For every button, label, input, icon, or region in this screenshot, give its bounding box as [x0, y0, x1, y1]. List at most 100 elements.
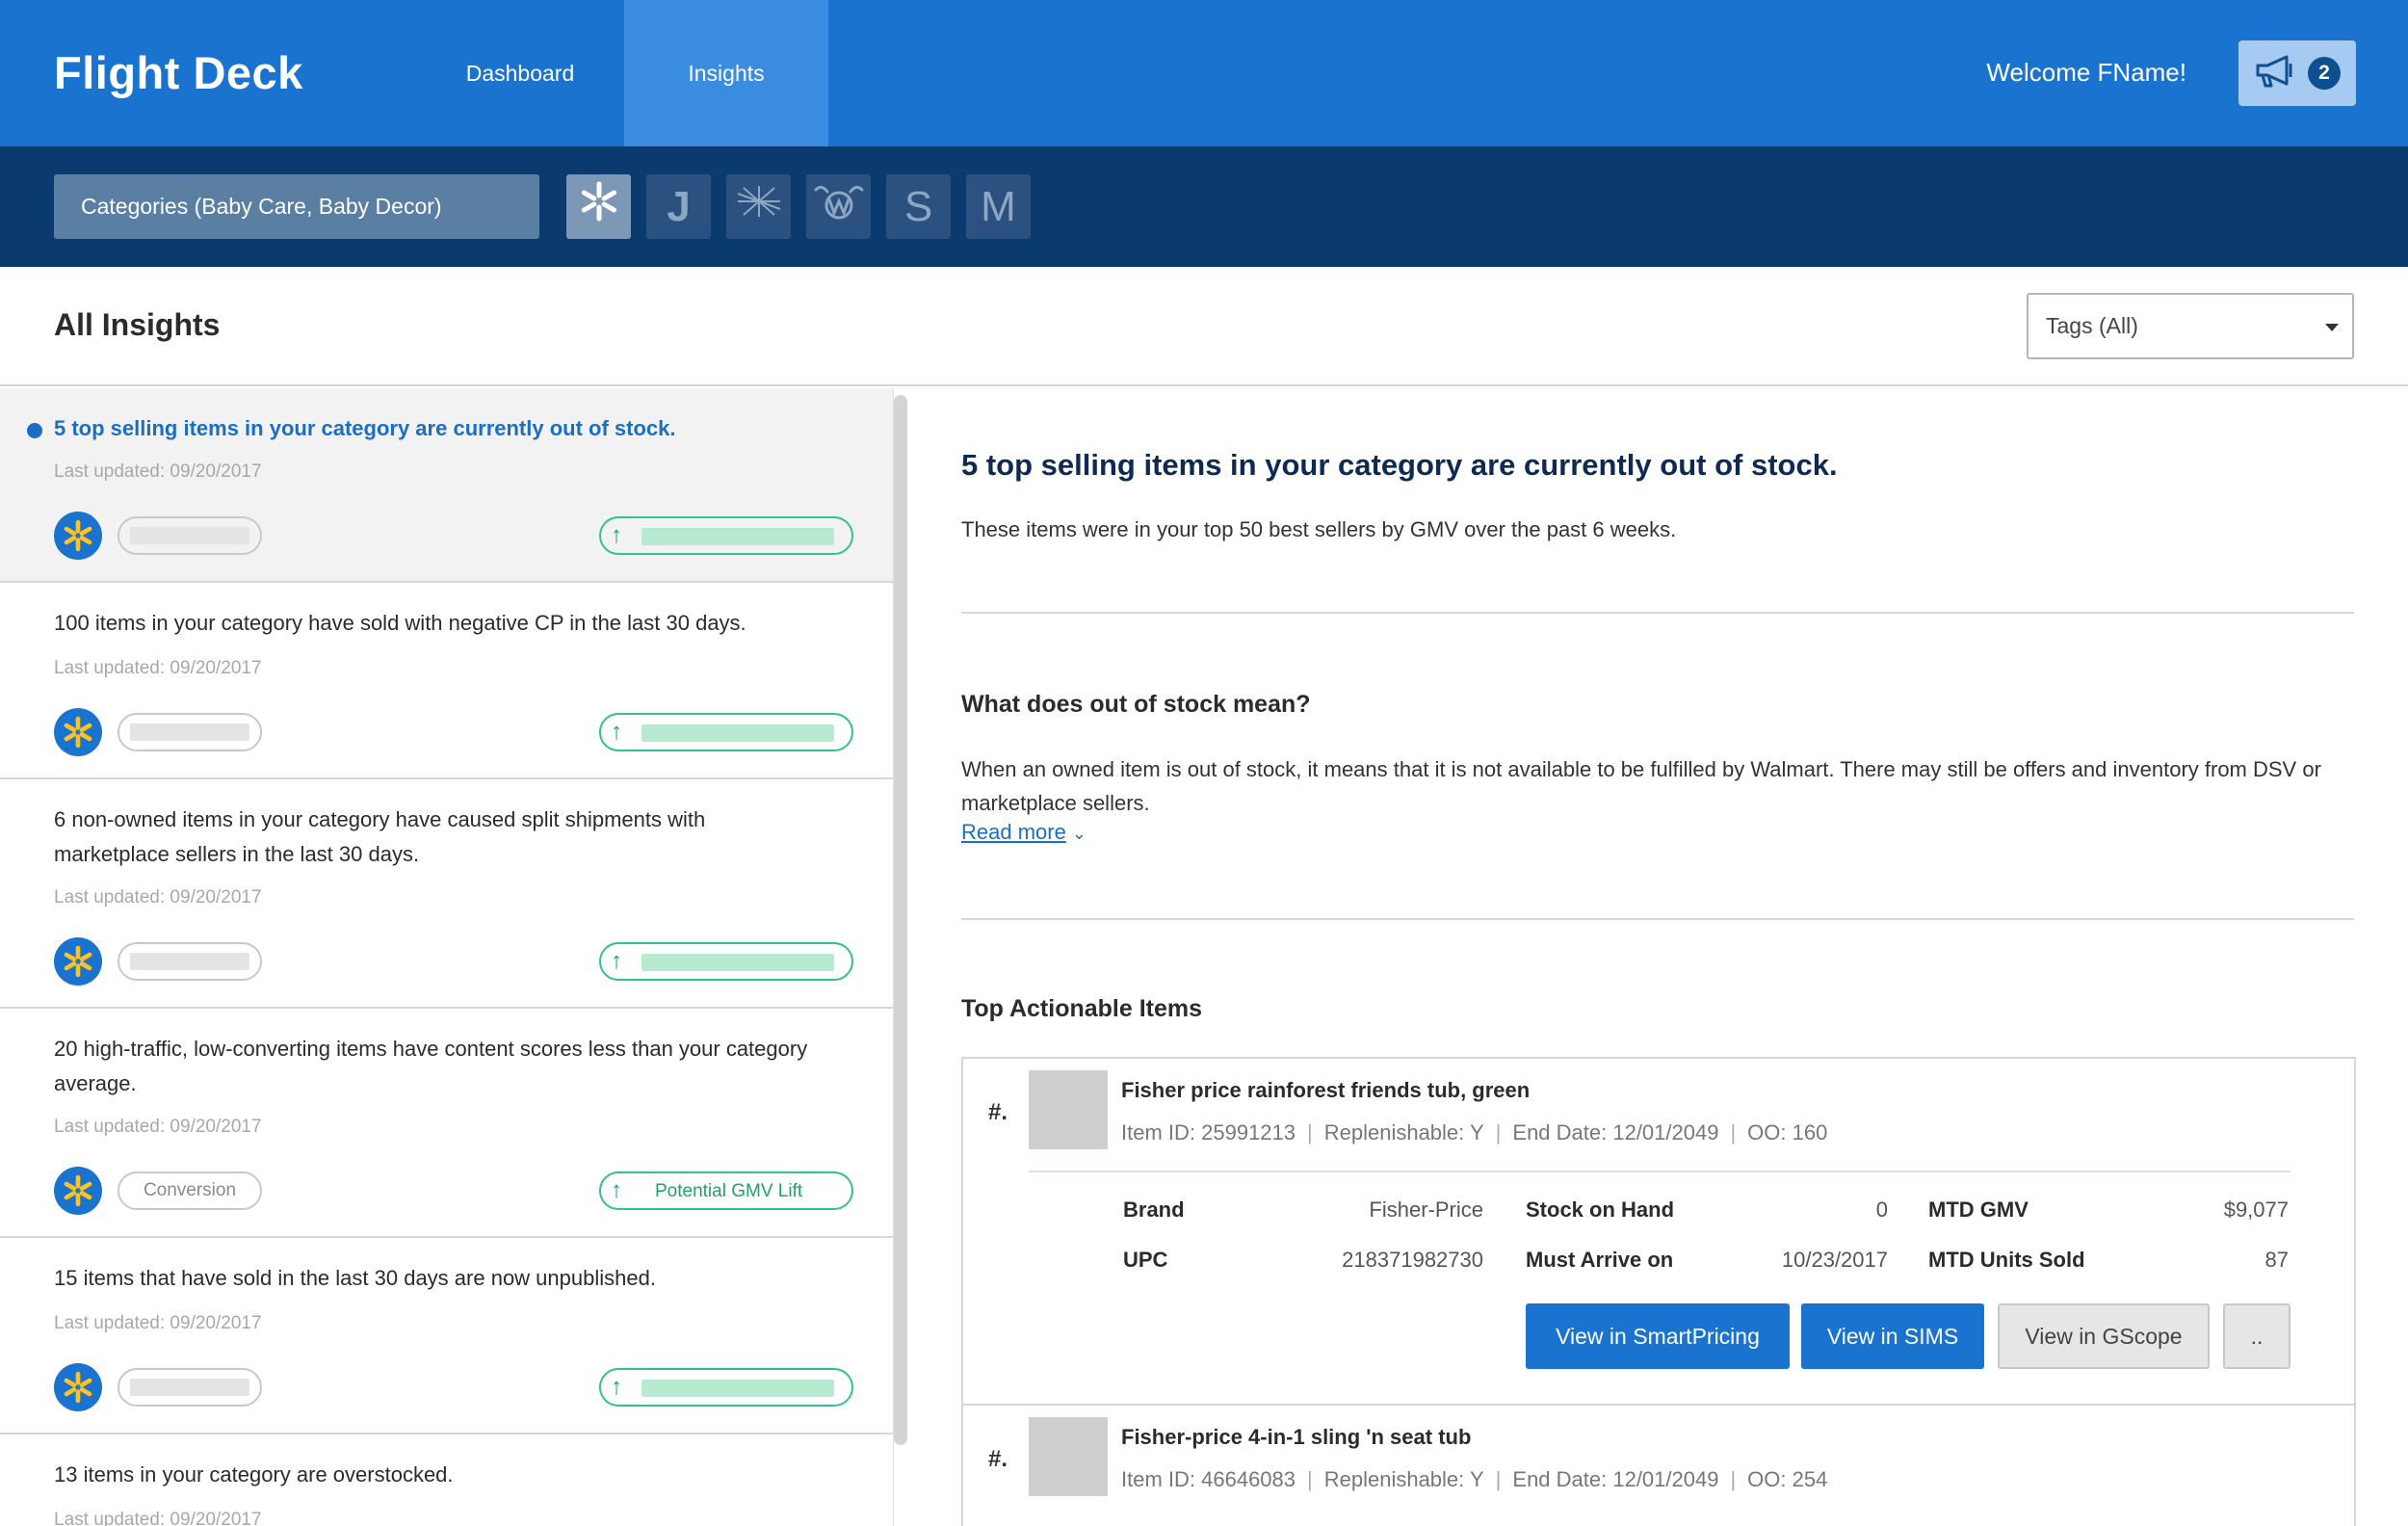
hayneedle-icon	[734, 182, 784, 231]
insight-card[interactable]: 100 items in your category have sold wit…	[0, 583, 893, 779]
actionable-item: #. Fisher-price 4-in-1 sling 'n seat tub…	[963, 1406, 2354, 1526]
insights-list: 5 top selling items in your category are…	[0, 388, 894, 1526]
spec-brand-value: Fisher-Price	[1369, 1197, 1483, 1222]
spec-arrive-label: Must Arrive on	[1526, 1248, 1674, 1272]
detail-subtitle: These items were in your top 50 best sel…	[961, 517, 1677, 541]
gmv-lift-pill: ↑	[599, 516, 853, 555]
more-actions-button[interactable]: ..	[2223, 1303, 2290, 1369]
gmv-lift-label: Potential GMV Lift	[655, 1181, 803, 1201]
view-smartpricing-button[interactable]: View in SmartPricing	[1526, 1303, 1790, 1369]
tag-pill	[118, 713, 262, 751]
welcome-text: Welcome FName!	[1986, 58, 2186, 87]
caret-down-icon	[2325, 324, 2339, 331]
notifications-button[interactable]: 2	[2238, 40, 2356, 106]
spec-gmv-label: MTD GMV	[1928, 1197, 2028, 1222]
insight-title: 100 items in your category have sold wit…	[54, 611, 746, 635]
page-title: All Insights	[54, 307, 221, 342]
tag-placeholder-bar	[130, 1379, 249, 1396]
insight-card[interactable]: 20 high-traffic, low-converting items ha…	[0, 1009, 893, 1238]
banner-walmart[interactable]	[566, 174, 631, 239]
item-id: Item ID: 46646083	[1121, 1467, 1296, 1491]
walmart-spark-icon	[54, 512, 102, 560]
arrow-up-icon: ↑	[611, 522, 622, 548]
top-header: Flight Deck Dashboard Insights Welcome F…	[0, 0, 2408, 146]
insight-card[interactable]: 5 top selling items in your category are…	[0, 388, 893, 583]
lift-placeholder-bar	[641, 1380, 834, 1397]
gmv-lift-pill: ↑	[599, 1368, 853, 1407]
insight-title: 5 top selling items in your category are…	[54, 416, 676, 440]
unread-dot-icon	[27, 423, 42, 438]
read-more-link[interactable]: Read more ⌄	[961, 820, 1086, 845]
item-thumbnail	[1029, 1417, 1108, 1496]
app-root: Flight Deck Dashboard Insights Welcome F…	[0, 0, 2408, 1526]
insight-title: 6 non-owned items in your category have …	[54, 807, 706, 866]
item-name[interactable]: Fisher-price 4-in-1 sling 'n seat tub	[1121, 1425, 1471, 1450]
app-logo[interactable]: Flight Deck	[54, 46, 303, 99]
walmart-spark-icon	[54, 937, 102, 986]
banner-shoes[interactable]: S	[886, 174, 951, 239]
item-oo: OO: 254	[1747, 1467, 1828, 1491]
item-rank: #.	[988, 1099, 1008, 1125]
tab-dashboard[interactable]: Dashboard	[418, 0, 622, 146]
filter-bar: Categories (Baby Care, Baby Decor) J S M	[0, 146, 2408, 267]
arrow-up-icon: ↑	[611, 948, 622, 974]
insight-card[interactable]: 6 non-owned items in your category have …	[0, 779, 893, 1009]
item-thumbnail	[1029, 1070, 1108, 1149]
walmart-spark-icon	[54, 708, 102, 756]
banner-hayneedle[interactable]	[726, 174, 791, 239]
gmv-lift-pill: ↑	[599, 942, 853, 981]
item-meta: Item ID: 46646083 | Replenishable: Y | End D…	[1121, 1467, 1828, 1491]
divider	[961, 918, 2354, 920]
tag-pill	[118, 942, 262, 981]
spec-brand-label: Brand	[1123, 1197, 1185, 1222]
banner-jet[interactable]: J	[646, 174, 711, 239]
notification-count-badge: 2	[2308, 57, 2341, 90]
item-name[interactable]: Fisher price rainforest friends tub, gre…	[1121, 1078, 1530, 1103]
insight-card[interactable]: 15 items that have sold in the last 30 d…	[0, 1238, 893, 1434]
tab-insights[interactable]: Insights	[624, 0, 828, 146]
view-gscope-button[interactable]: View in GScope	[1998, 1303, 2210, 1369]
item-id: Item ID: 25991213	[1121, 1120, 1296, 1144]
tag-placeholder-bar	[130, 953, 249, 970]
modcloth-icon: M	[981, 182, 1016, 230]
arrow-up-icon: ↑	[611, 1177, 622, 1203]
spec-upc-value: 218371982730	[1342, 1248, 1483, 1272]
read-more-label: Read more	[961, 820, 1066, 844]
insight-updated: Last updated: 09/20/2017	[54, 1117, 262, 1137]
view-sims-button[interactable]: View in SIMS	[1801, 1303, 1984, 1369]
spec-gmv-value: $9,077	[2223, 1197, 2289, 1222]
item-end-date: End Date: 12/01/2049	[1512, 1467, 1719, 1491]
jet-icon: J	[667, 182, 691, 230]
spec-arrive-value: 10/23/2017	[1781, 1248, 1888, 1272]
lift-placeholder-bar	[641, 724, 834, 742]
banner-modcloth[interactable]: M	[966, 174, 1031, 239]
tags-dropdown[interactable]: Tags (All)	[2027, 293, 2354, 359]
insight-updated: Last updated: 09/20/2017	[54, 1313, 262, 1333]
insight-title: 20 high-traffic, low-converting items ha…	[54, 1037, 808, 1095]
insight-card[interactable]: 13 items in your category are overstocke…	[0, 1434, 893, 1526]
explanation-text: When an owned item is out of stock, it m…	[961, 757, 2321, 815]
tag-pill-conversion[interactable]: Conversion	[118, 1171, 262, 1210]
arrow-up-icon: ↑	[611, 719, 622, 745]
walmart-spark-icon	[54, 1363, 102, 1411]
items-heading: Top Actionable Items	[961, 995, 1203, 1022]
category-selector[interactable]: Categories (Baby Care, Baby Decor)	[54, 174, 539, 239]
insight-updated: Last updated: 09/20/2017	[54, 461, 262, 482]
spec-units-label: MTD Units Sold	[1928, 1248, 2085, 1272]
megaphone-icon	[2254, 54, 2296, 93]
page-header: All Insights Tags (All)	[0, 267, 2408, 386]
spec-soh-value: 0	[1875, 1197, 1888, 1222]
gmv-lift-pill: ↑ Potential GMV Lift	[599, 1171, 853, 1210]
spec-upc-label: UPC	[1123, 1248, 1168, 1272]
tag-placeholder-bar	[130, 527, 249, 544]
divider	[1029, 1171, 2290, 1172]
shoes-icon: S	[903, 182, 933, 230]
explanation-heading: What does out of stock mean?	[961, 691, 1311, 718]
banner-wine[interactable]	[806, 174, 871, 239]
lift-placeholder-bar	[641, 528, 834, 545]
list-scrollbar[interactable]	[894, 395, 907, 1445]
insight-detail: 5 top selling items in your category are…	[961, 388, 2356, 1526]
insight-updated: Last updated: 09/20/2017	[54, 1510, 262, 1526]
item-rank: #.	[988, 1446, 1008, 1472]
divider	[961, 612, 2354, 614]
